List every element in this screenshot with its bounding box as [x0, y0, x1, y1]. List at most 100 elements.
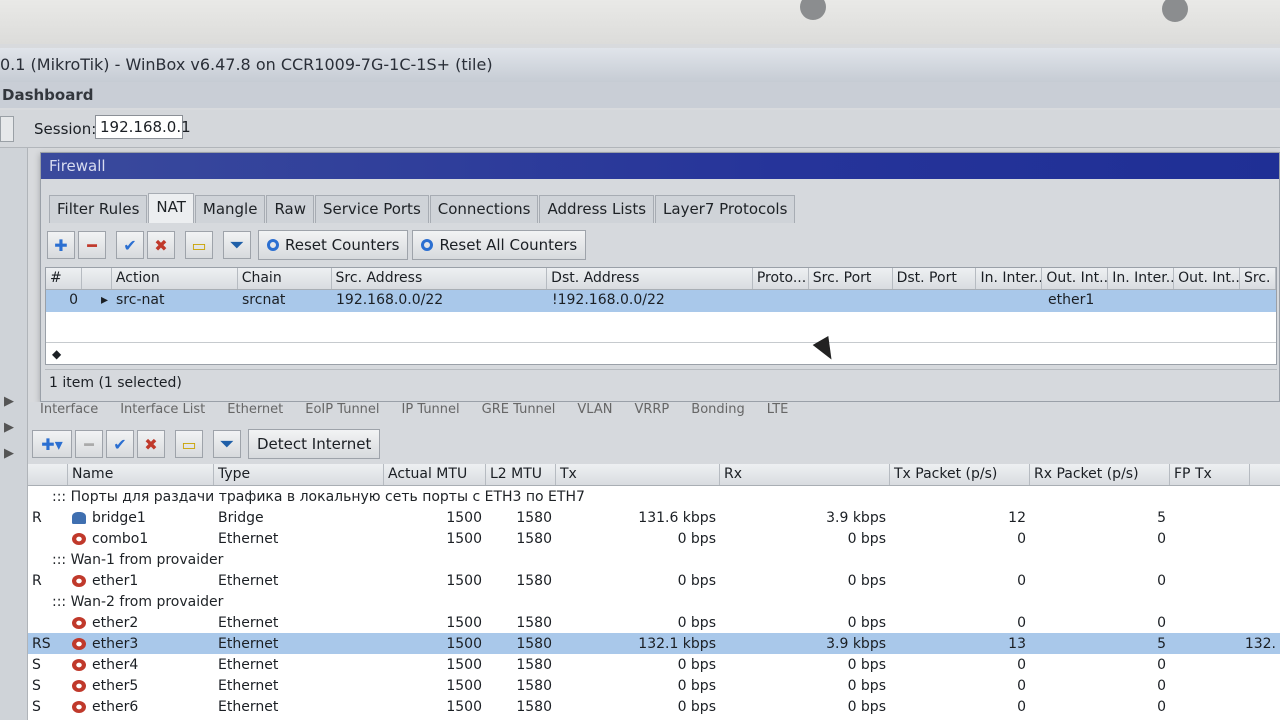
tab-ip-tunnel[interactable]: IP Tunnel — [402, 402, 460, 416]
comment-row[interactable]: ::: Wan-1 from provaider — [28, 549, 1280, 570]
col-header[interactable]: Chain — [238, 268, 332, 289]
col-header[interactable] — [82, 268, 112, 289]
reset-all-counters-button[interactable]: Reset All Counters — [412, 230, 587, 260]
col-header[interactable]: Src. Address — [332, 268, 548, 289]
iface-tx: 131.6 kbps — [638, 509, 716, 526]
tab-filter-rules[interactable]: Filter Rules — [49, 195, 148, 223]
table-row[interactable]: R ether1 Ethernet 1500 1580 0 bps 0 bps … — [28, 570, 1280, 591]
disable-x-icon[interactable]: ✖ — [147, 231, 175, 259]
iface-rxp: 0 — [1157, 656, 1166, 673]
cell-empty — [978, 290, 1044, 312]
col-header[interactable]: Name — [68, 464, 214, 485]
table-row[interactable]: S ether5 Ethernet 1500 1580 0 bps 0 bps … — [28, 675, 1280, 696]
iface-type: Ethernet — [218, 572, 279, 589]
iface-rxp: 0 — [1157, 572, 1166, 589]
ethernet-icon — [72, 532, 86, 545]
add-icon[interactable]: ✚ — [47, 231, 75, 259]
col-header[interactable]: Action — [112, 268, 238, 289]
table-row[interactable]: ether2 Ethernet 1500 1580 0 bps 0 bps 0 … — [28, 612, 1280, 633]
firewall-window: Firewall Filter Rules NAT Mangle Raw Ser… — [40, 152, 1280, 402]
col-header[interactable] — [28, 464, 68, 485]
tab-raw[interactable]: Raw — [266, 195, 314, 223]
ethernet-icon — [72, 700, 86, 713]
remove-icon[interactable]: ━ — [75, 430, 103, 458]
tab-layer7-protocols[interactable]: Layer7 Protocols — [655, 195, 796, 223]
reset-counters-button[interactable]: Reset Counters — [258, 230, 409, 260]
interface-toolbar: ✚▾ ━ ✔ ✖ ▭ ⏷ Detect Internet — [32, 428, 381, 460]
ethernet-icon — [72, 574, 86, 587]
iface-type: Bridge — [218, 509, 264, 526]
col-header[interactable]: In. Inter... — [976, 268, 1043, 289]
table-row[interactable]: S ether6 Ethernet 1500 1580 0 bps 0 bps … — [28, 696, 1280, 717]
sidebar-arrow-icon[interactable]: ▶ — [4, 446, 14, 461]
tab-interface[interactable]: Interface — [40, 402, 98, 416]
filter-icon[interactable]: ⏷ — [223, 231, 251, 259]
tab-mangle[interactable]: Mangle — [194, 195, 266, 223]
iface-tx: 0 bps — [677, 530, 716, 547]
iface-tx: 0 bps — [677, 572, 716, 589]
col-header[interactable]: Dst. Address — [547, 268, 753, 289]
col-header[interactable]: Out. Int... — [1042, 268, 1109, 289]
table-row[interactable]: combo1 Ethernet 1500 1580 0 bps 0 bps 0 … — [28, 528, 1280, 549]
row-comment: ::: Wan-1 from provaider — [52, 551, 224, 568]
filter-icon[interactable]: ⏷ — [213, 430, 241, 458]
cell-empty — [754, 290, 810, 312]
col-header[interactable]: Out. Int... — [1174, 268, 1241, 289]
col-header[interactable]: In. Inter... — [1108, 268, 1175, 289]
enable-check-icon[interactable]: ✔ — [106, 430, 134, 458]
add-menu-icon[interactable]: ✚▾ — [32, 430, 72, 458]
row-arrow-icon: ▸ — [100, 292, 108, 308]
col-header[interactable]: Rx — [720, 464, 890, 485]
iface-rxp: 0 — [1157, 677, 1166, 694]
comment-icon[interactable]: ▭ — [175, 430, 203, 458]
col-header[interactable]: Type — [214, 464, 384, 485]
nat-table-header: # Action Chain Src. Address Dst. Address… — [46, 268, 1276, 290]
tab-vlan[interactable]: VLAN — [577, 402, 612, 416]
tab-eoip-tunnel[interactable]: EoIP Tunnel — [305, 402, 379, 416]
row-comment: ::: Wan-2 from provaider — [52, 593, 224, 610]
tab-service-ports[interactable]: Service Ports — [315, 195, 429, 223]
col-header[interactable]: Tx Packet (p/s) — [890, 464, 1030, 485]
tab-address-lists[interactable]: Address Lists — [539, 195, 655, 223]
tab-interface-list[interactable]: Interface List — [120, 402, 205, 416]
comment-icon[interactable]: ▭ — [185, 231, 213, 259]
scroll-left-icon[interactable]: ◆ — [46, 342, 1276, 364]
table-row[interactable]: R bridge1 Bridge 1500 1580 131.6 kbps 3.… — [28, 507, 1280, 528]
iface-l2mtu: 1580 — [516, 614, 552, 631]
tab-lte[interactable]: LTE — [767, 402, 789, 416]
tab-gre-tunnel[interactable]: GRE Tunnel — [482, 402, 556, 416]
rule-src-address: 192.168.0.0/22 — [336, 292, 444, 308]
sidebar-arrow-icon[interactable]: ▶ — [4, 394, 14, 409]
col-header[interactable]: Src. — [1240, 268, 1276, 289]
col-header[interactable]: Tx — [556, 464, 720, 485]
tab-bonding[interactable]: Bonding — [691, 402, 744, 416]
iface-tx: 0 bps — [677, 677, 716, 694]
table-row-selected[interactable]: RS ether3 Ethernet 1500 1580 132.1 kbps … — [28, 633, 1280, 654]
comment-row[interactable]: ::: Порты для раздачи трафика в локальну… — [28, 486, 1280, 507]
col-header[interactable]: # — [46, 268, 82, 289]
undo-button[interactable] — [0, 116, 14, 142]
iface-l2mtu: 1580 — [516, 635, 552, 652]
col-header[interactable]: L2 MTU — [486, 464, 556, 485]
enable-check-icon[interactable]: ✔ — [116, 231, 144, 259]
tab-connections[interactable]: Connections — [429, 195, 539, 223]
col-header[interactable]: FP Tx — [1170, 464, 1250, 485]
iface-mtu: 1500 — [446, 656, 482, 673]
col-header[interactable]: Rx Packet (p/s) — [1030, 464, 1170, 485]
table-row[interactable]: S ether4 Ethernet 1500 1580 0 bps 0 bps … — [28, 654, 1280, 675]
col-header[interactable]: Dst. Port — [893, 268, 977, 289]
comment-row[interactable]: ::: Wan-2 from provaider — [28, 591, 1280, 612]
tab-ethernet[interactable]: Ethernet — [227, 402, 283, 416]
col-header[interactable]: Proto... — [753, 268, 809, 289]
table-row[interactable]: 0 ▸ src-nat srcnat 192.168.0.0/22 !192.1… — [46, 290, 1276, 312]
tab-vrrp[interactable]: VRRP — [634, 402, 669, 416]
iface-txp: 0 — [1017, 656, 1026, 673]
tab-nat[interactable]: NAT — [148, 193, 194, 223]
session-field[interactable]: 192.168.0.1 — [95, 115, 191, 139]
detect-internet-button[interactable]: Detect Internet — [248, 429, 381, 459]
disable-x-icon[interactable]: ✖ — [137, 430, 165, 458]
remove-icon[interactable]: ━ — [78, 231, 106, 259]
col-header[interactable]: Actual MTU — [384, 464, 486, 485]
col-header[interactable]: Src. Port — [809, 268, 893, 289]
sidebar-arrow-icon[interactable]: ▶ — [4, 420, 14, 435]
